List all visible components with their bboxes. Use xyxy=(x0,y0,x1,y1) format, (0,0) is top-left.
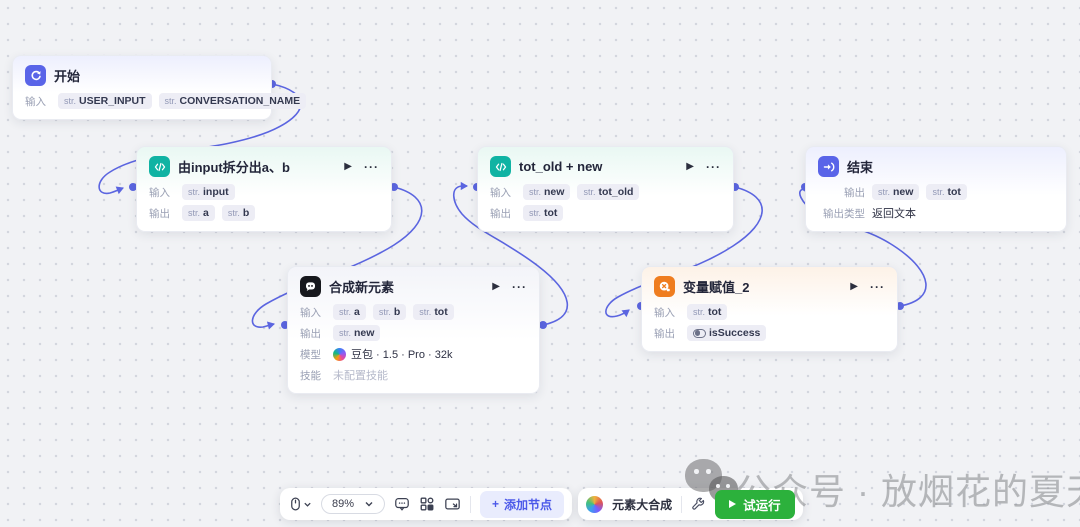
node-title: tot_old + new xyxy=(519,159,603,174)
variable-tag[interactable]: str. tot_old xyxy=(577,184,640,200)
node-row: 输入 str. input xyxy=(149,184,379,200)
node-title: 变量赋值_2 xyxy=(683,280,750,295)
more-options-button[interactable]: ··· xyxy=(706,160,721,174)
skill-value: 未配置技能 xyxy=(333,370,388,382)
minimap-icon[interactable] xyxy=(444,496,461,512)
node-assign[interactable]: 变量赋值_2 ▶ ··· 输入 str. tot 输出 isSuccess xyxy=(641,266,898,352)
run-node-button[interactable]: ▶ xyxy=(492,281,500,292)
variable-tag[interactable]: str. CONVERSATION_NAME xyxy=(158,93,307,109)
node-row: 输出 str. new xyxy=(300,325,527,341)
port-llm-out[interactable] xyxy=(539,321,547,329)
workflow-avatar xyxy=(586,495,604,513)
layout-grid-icon[interactable] xyxy=(419,496,435,512)
variable-tag[interactable]: str. b xyxy=(372,304,407,320)
more-options-button[interactable]: ··· xyxy=(364,160,379,174)
variable-tag[interactable]: str. b xyxy=(221,205,256,221)
canvas-tools-group: 89% + 添加节点 xyxy=(280,488,573,520)
run-node-button[interactable]: ▶ xyxy=(344,161,352,172)
variable-tag[interactable]: isSuccess xyxy=(687,325,767,341)
model-value: 豆包 · 1.5 · Pro · 32k xyxy=(351,349,453,361)
node-title: 由input拆分出a、b xyxy=(178,160,290,175)
variable-assign-icon xyxy=(654,276,675,297)
node-row: 模型 豆包 · 1.5 · Pro · 32k xyxy=(300,346,527,362)
toolbar-divider xyxy=(470,495,472,513)
test-run-button[interactable]: 试运行 xyxy=(715,489,795,519)
code-icon xyxy=(490,156,511,177)
more-options-button[interactable]: ··· xyxy=(870,280,885,294)
more-options-button[interactable]: ··· xyxy=(512,280,527,294)
node-row: 输出 str. new str. tot xyxy=(818,184,1054,200)
variable-tag[interactable]: str. new xyxy=(872,184,920,200)
variable-tag[interactable]: str. tot xyxy=(413,304,454,320)
plus-icon: + xyxy=(492,497,500,511)
node-title: 结束 xyxy=(847,160,874,175)
code-icon xyxy=(149,156,170,177)
output-type-value: 返回文本 xyxy=(872,208,916,220)
node-llm[interactable]: 合成新元素 ▶ ··· 输入 str. a str. b str. tot 输出 st… xyxy=(287,266,540,394)
zoom-level-select[interactable]: 89% xyxy=(321,494,386,514)
boolean-type-icon xyxy=(693,328,706,338)
workflow-canvas[interactable]: 开始 输入 str. USER_INPUT str. CONVERSATION_NA… xyxy=(0,0,1080,527)
pointer-mode-icon[interactable] xyxy=(288,496,312,512)
node-start[interactable]: 开始 输入 str. USER_INPUT str. CONVERSATION_NA… xyxy=(12,55,307,120)
bottom-toolbar: 89% + 添加节点 元素大合成 试运行 xyxy=(280,488,803,520)
node-row: 输入 str. new str. tot_old xyxy=(490,184,721,200)
workflow-name: 元素大合成 xyxy=(612,497,673,512)
comment-icon[interactable] xyxy=(394,496,410,512)
node-row: 输出 str. tot xyxy=(490,205,721,221)
node-row: 输出 str. a str. b xyxy=(149,205,379,221)
start-icon xyxy=(25,65,46,86)
variable-tag[interactable]: str. a xyxy=(333,304,366,320)
variable-tag[interactable]: str. new xyxy=(523,184,571,200)
play-icon xyxy=(729,500,737,508)
doubao-model-icon xyxy=(333,347,346,361)
variable-tag[interactable]: str. tot xyxy=(687,304,728,320)
end-icon xyxy=(818,156,839,177)
toolbar-divider xyxy=(681,495,683,513)
zoom-level-value: 89% xyxy=(332,498,355,510)
node-title: 合成新元素 xyxy=(329,280,395,295)
node-row: 输入 str. tot xyxy=(654,304,885,320)
variable-tag[interactable]: str. a xyxy=(182,205,215,221)
workflow-actions-group: 元素大合成 试运行 xyxy=(578,488,803,520)
node-end[interactable]: 结束 输出 str. new str. tot 输出类型 返回文本 xyxy=(805,146,1067,232)
node-title: 开始 xyxy=(54,69,81,84)
add-node-button[interactable]: + 添加节点 xyxy=(480,490,565,518)
node-row: 输出类型 返回文本 xyxy=(818,205,1054,221)
variable-tag[interactable]: str. new xyxy=(333,325,381,341)
node-sum[interactable]: tot_old + new ▶ ··· 输入 str. new str. tot_o… xyxy=(477,146,734,232)
node-split[interactable]: 由input拆分出a、b ▶ ··· 输入 str. input 输出 str. a… xyxy=(136,146,392,232)
row-label: 输入 xyxy=(25,95,46,108)
model-chip[interactable]: 豆包 · 1.5 · Pro · 32k xyxy=(333,346,452,362)
variable-tag[interactable]: str. tot xyxy=(523,205,564,221)
node-row: 输入 str. USER_INPUT str. CONVERSATION_NAME xyxy=(25,93,307,109)
node-row: 输入 str. a str. b str. tot xyxy=(300,304,527,320)
wrench-icon[interactable] xyxy=(691,497,706,512)
run-node-button[interactable]: ▶ xyxy=(850,281,858,292)
variable-tag[interactable]: str. tot xyxy=(926,184,967,200)
node-row: 技能 未配置技能 xyxy=(300,367,527,383)
variable-tag[interactable]: str. input xyxy=(182,184,235,200)
llm-icon xyxy=(300,276,321,297)
variable-tag[interactable]: str. USER_INPUT xyxy=(58,93,152,109)
node-row: 输出 isSuccess xyxy=(654,325,885,341)
run-node-button[interactable]: ▶ xyxy=(686,161,694,172)
